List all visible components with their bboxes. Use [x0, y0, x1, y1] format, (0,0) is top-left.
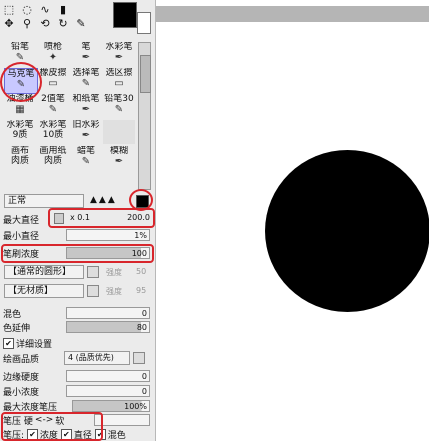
layer-icon[interactable]: ▮	[56, 3, 70, 16]
dilution-label: 色延伸	[3, 323, 31, 334]
marker-icon: ✎	[16, 79, 26, 90]
texture-dropdown-button[interactable]	[87, 285, 99, 297]
brush-select-pen[interactable]: 选择笔 ✎	[70, 68, 102, 92]
texture-strength-label: 强度	[106, 287, 122, 296]
max-size-label: 最大直径	[3, 215, 40, 226]
blending-field[interactable]: 0	[66, 307, 150, 319]
brush-airbrush[interactable]: 喷枪 ✦	[37, 42, 69, 66]
brush-select-eraser[interactable]: 选区擦 ▭	[103, 68, 135, 92]
shape-strength-value: 50	[136, 267, 147, 276]
rotate-icon[interactable]: ⟲	[38, 17, 52, 30]
density-label: 笔刷浓度	[3, 249, 40, 260]
scroll-thumb[interactable]	[140, 55, 151, 93]
pressure-density-checkbox[interactable]: ✔	[26, 428, 38, 440]
pencil30-icon: ✎	[114, 104, 124, 115]
pencil-icon: ✎	[15, 52, 25, 63]
brush-pencil30[interactable]: 铅笔30 ✎	[103, 94, 135, 118]
blending-label: 混色	[3, 309, 22, 320]
blend-mode-select[interactable]: 正常	[4, 194, 84, 208]
hand-icon[interactable]: ↻	[56, 17, 70, 30]
select-eraser-icon: ▭	[114, 78, 124, 89]
eraser-icon: ▭	[48, 78, 58, 89]
black-circle-shape	[265, 150, 429, 312]
old-watercolor-icon: ✒	[81, 130, 91, 141]
brush-watercolor-9[interactable]: 水彩笔 9质	[4, 120, 36, 144]
brush-crayon[interactable]: 蜡笔 ✎	[70, 146, 102, 170]
brush-pencil[interactable]: 铅笔 ✎	[4, 42, 36, 66]
texture-strength-value: 95	[136, 286, 147, 295]
brush-scrollbar[interactable]	[138, 42, 151, 190]
texture-select[interactable]: 【无材质】	[4, 284, 84, 298]
brush-canvas[interactable]: 画布 肉质	[4, 146, 36, 170]
brush-eraser[interactable]: 橡皮擦 ▭	[37, 68, 69, 92]
watercolor-icon: ✒	[114, 52, 124, 63]
pen-icon: ✒	[81, 52, 91, 63]
brush-marker[interactable]: 马克笔 ✎	[4, 68, 38, 94]
dilution-field[interactable]: 80	[66, 321, 150, 333]
foreground-color[interactable]	[113, 2, 137, 28]
quality-select[interactable]: 4 (品质优先)	[64, 351, 130, 365]
brush-washi[interactable]: 和纸笔 ✒	[70, 94, 102, 118]
canvas-toolbar	[156, 6, 429, 22]
lasso-icon[interactable]: ◌	[20, 3, 34, 16]
quality-label: 绘画品质	[3, 354, 40, 365]
brush-binary-pen[interactable]: 2值笔 ✎	[37, 94, 69, 118]
brush-grid: 铅笔 ✎ 喷枪 ✦ 笔 ✒ 水彩笔 ✒ 马克笔 ✎ 橡皮擦 ▭ 选择笔 ✎ 选区擦 ▭ 油漆桶 ▦…	[4, 42, 136, 188]
shape-select[interactable]: 【通常的圆形】	[4, 265, 84, 279]
brush-empty-slot[interactable]	[103, 120, 135, 144]
min-size-label: 最小直径	[3, 231, 40, 242]
pressure-hardness-row: 笔压 硬 <-> 软	[3, 415, 65, 427]
min-density-field[interactable]: 0	[66, 385, 150, 397]
airbrush-icon: ✦	[48, 52, 58, 63]
max-pressure-label: 最大浓度笔压	[3, 402, 58, 413]
tool-panel: ⬚ ◌ ∿ ▮ ✥ ⚲ ⟲ ↻ ✎ 铅笔 ✎ 喷枪 ✦ 笔 ✒ 水彩笔 ✒ 马克笔 ✎ 橡…	[0, 0, 156, 441]
hardness-field[interactable]: 0	[66, 370, 150, 382]
quality-dropdown-button[interactable]	[133, 352, 145, 364]
brush-drawing-paper[interactable]: 画用纸 肉质	[37, 146, 69, 170]
hardness-label: 边缘硬度	[3, 372, 40, 383]
advanced-settings[interactable]: ✔ 详细设置	[3, 336, 52, 350]
brush-pen[interactable]: 笔 ✒	[70, 42, 102, 66]
washi-icon: ✒	[81, 104, 91, 115]
min-size-field[interactable]: 1%	[66, 229, 150, 241]
crayon-icon: ✎	[81, 156, 91, 167]
brush-blur[interactable]: 模糊 ✒	[103, 146, 135, 170]
advanced-checkbox[interactable]: ✔	[3, 337, 14, 349]
min-density-label: 最小浓度	[3, 387, 40, 398]
bucket-icon: ▦	[15, 104, 25, 115]
rect-select-icon[interactable]: ⬚	[2, 3, 16, 16]
pressure-blend-checkbox[interactable]: ✔	[94, 428, 106, 440]
pressure-hardness-slider[interactable]	[94, 414, 150, 426]
toolbar: ⬚ ◌ ∿ ▮ ✥ ⚲ ⟲ ↻ ✎	[2, 2, 108, 30]
max-pressure-field[interactable]: 100%	[72, 400, 150, 412]
shape-dropdown-button[interactable]	[87, 266, 99, 278]
binary-pen-icon: ✎	[48, 104, 58, 115]
pressure-options: 笔压: ✔ 浓度 ✔ 直径 ✔ 混色	[3, 428, 126, 441]
brush-watercolor[interactable]: 水彩笔 ✒	[103, 42, 135, 66]
eyedropper-icon[interactable]: ✎	[74, 17, 88, 30]
brush-shape-icons[interactable]: ▲▲▲	[90, 195, 117, 205]
blur-icon: ✒	[114, 156, 124, 167]
move-icon[interactable]: ✥	[2, 17, 16, 30]
size-multiplier: x 0.1	[70, 213, 90, 222]
magic-wand-icon[interactable]: ∿	[38, 3, 52, 16]
max-size-value[interactable]: 200.0	[96, 212, 152, 224]
zoom-icon[interactable]: ⚲	[20, 17, 34, 30]
density-field[interactable]: 100	[66, 247, 150, 259]
select-pen-icon: ✎	[81, 78, 91, 89]
shape-strength-label: 强度	[106, 268, 122, 277]
square-tip-icon[interactable]	[136, 195, 149, 208]
brush-old-watercolor[interactable]: 旧水彩 ✒	[70, 120, 102, 144]
background-color[interactable]	[137, 12, 151, 34]
pressure-size-checkbox[interactable]: ✔	[60, 428, 72, 440]
brush-bucket[interactable]: 油漆桶 ▦	[4, 94, 36, 118]
brush-watercolor-10[interactable]: 水彩笔 10质	[37, 120, 69, 144]
size-mult-toggle[interactable]	[54, 213, 64, 224]
